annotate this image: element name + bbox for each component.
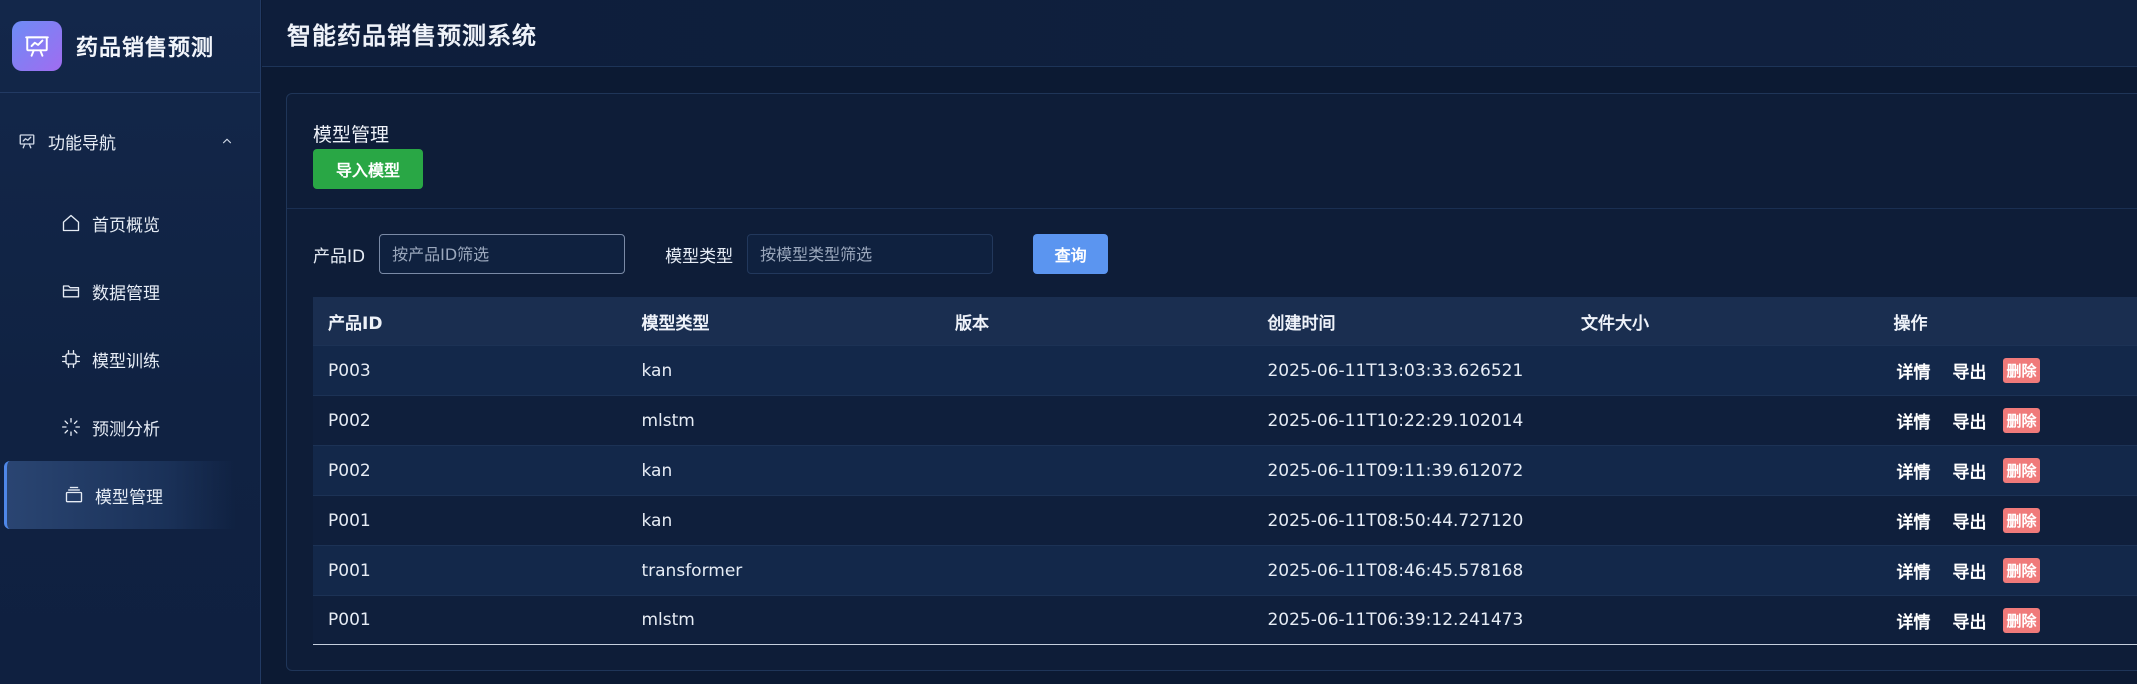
column-header: 操作 [1893,313,1928,334]
brand: 药品销售预测 [0,0,260,93]
cell-model-type: kan [641,460,673,481]
model-type-label: 模型类型 [665,246,734,267]
sidebar-item-label: 首页概览 [92,215,160,236]
delete-button[interactable]: 删除 [2003,358,2040,383]
page-title: 智能药品销售预测系统 [287,21,537,50]
sidebar-item-label: 模型管理 [95,487,163,508]
cpu-icon [60,348,82,370]
cell-product-id: P003 [328,360,371,381]
export-button[interactable]: 导出 [1952,558,1986,583]
presentation-board-icon [12,21,62,71]
cell-created-time: 2025-06-11T10:22:29.102014 [1267,410,1524,431]
models-table: 产品ID 模型类型 版本 创建时间 文件大小 操作 P003 kan 2025-06… [313,297,2137,645]
presentation-chart-icon [16,130,38,152]
sidebar-item-label: 预测分析 [92,419,160,440]
sidebar-item-forecast[interactable]: 预测分析 [0,393,260,461]
detail-button[interactable]: 详情 [1896,408,1930,433]
cell-created-time: 2025-06-11T09:11:39.612072 [1267,460,1524,481]
table-row: P002 mlstm 2025-06-11T10:22:29.102014 详情 导出删… [313,395,2137,445]
cell-created-time: 2025-06-11T06:39:12.241473 [1267,610,1524,630]
detail-button[interactable]: 详情 [1896,558,1930,583]
model-type-input[interactable] [747,234,994,274]
export-button[interactable]: 导出 [1952,358,1986,383]
detail-button[interactable]: 详情 [1896,458,1930,483]
cell-product-id: P002 [328,410,371,431]
home-icon [60,212,82,234]
sidebar-item-data[interactable]: 数据管理 [0,257,260,325]
column-header: 版本 [954,313,989,334]
sidebar-item-home[interactable]: 首页概览 [0,189,260,257]
cell-actions: 详情 导出 删除 [1878,508,2137,533]
delete-button[interactable]: 删除 [2003,458,2040,483]
query-button[interactable]: 查询 [1033,234,1109,274]
column-header: 产品ID [328,313,383,334]
table-row: P001 transformer 2025-06-11T08:46:45.57816… [313,545,2137,595]
table-body: P003 kan 2025-06-11T13:03:33.626521 详情 导出 删除 P… [313,345,2137,645]
card-header: 模型管理 导入模型 [287,94,2137,209]
sidebar: 药品销售预测 功能导航 首页概览 数据管理 模型训练 预测分析 模型管理 [0,0,261,684]
cell-product-id: P001 [328,610,371,630]
export-button[interactable]: 导出 [1952,608,1986,633]
delete-button[interactable]: 删除 [2003,508,2040,533]
model-management-card: 模型管理 导入模型 产品ID 模型类型 查询 产品ID 模型类型 版本 创建时间… [286,93,2137,671]
table-row: P001 kan 2025-06-11T08:50:44.727120 详情 导出 删除 [313,495,2137,545]
nav-group-toggle[interactable]: 功能导航 [0,93,260,189]
table-row: P002 kan 2025-06-11T09:11:39.612072 详情 导出 删除 [313,445,2137,495]
top-header: 智能药品销售预测系统 [262,0,2137,67]
delete-button[interactable]: 删除 [2003,558,2040,583]
delete-button[interactable]: 删除 [2003,607,2040,633]
nav-group-label: 功能导航 [48,133,116,154]
sidebar-item-models[interactable]: 模型管理 [4,461,236,529]
cell-model-type: mlstm [641,410,695,431]
table-row: P001 mlstm 2025-06-11T06:39:12.241473 详情 导出删… [313,595,2137,645]
cell-actions: 详情 导出 删除 [1878,458,2137,483]
cell-model-type: mlstm [641,610,695,630]
table-header: 产品ID 模型类型 版本 创建时间 文件大小 操作 [313,297,2137,345]
card-title: 模型管理 [313,124,390,146]
cell-created-time: 2025-06-11T08:50:44.727120 [1267,510,1524,531]
filter-bar: 产品ID 模型类型 查询 [313,234,1109,274]
cell-product-id: P001 [328,560,371,581]
chevron-up-icon [216,130,238,152]
detail-button[interactable]: 详情 [1896,608,1930,633]
table-row: P003 kan 2025-06-11T13:03:33.626521 详情 导出 删除 [313,345,2137,395]
column-header: 模型类型 [641,313,710,334]
import-model-button[interactable]: 导入模型 [313,149,423,189]
detail-button[interactable]: 详情 [1896,358,1930,383]
cell-product-id: P002 [328,460,371,481]
export-button[interactable]: 导出 [1952,508,1986,533]
cell-actions: 详情 导出 删除 [1878,558,2137,583]
export-button[interactable]: 导出 [1952,408,1986,433]
sidebar-item-label: 模型训练 [92,351,160,372]
product-id-label: 产品ID [313,246,366,267]
cell-model-type: transformer [641,560,743,581]
brand-title: 药品销售预测 [76,36,215,61]
cell-created-time: 2025-06-11T13:03:33.626521 [1267,360,1524,381]
cell-model-type: kan [641,510,673,531]
product-id-input[interactable] [379,234,626,274]
loading-icon [60,416,82,438]
sidebar-item-training[interactable]: 模型训练 [0,325,260,393]
app-root: 药品销售预测 功能导航 首页概览 数据管理 模型训练 预测分析 模型管理 智能药… [0,0,2137,684]
stack-icon [63,484,85,506]
sidebar-item-label: 数据管理 [92,283,160,304]
delete-button[interactable]: 删除 [2003,408,2040,433]
cell-actions: 详情 导出 删除 [1878,358,2137,383]
cell-actions: 详情 导出 删除 [1878,408,2137,433]
cell-model-type: kan [641,360,673,381]
cell-created-time: 2025-06-11T08:46:45.578168 [1267,560,1524,581]
detail-button[interactable]: 详情 [1896,508,1930,533]
column-header: 文件大小 [1580,313,1649,334]
export-button[interactable]: 导出 [1952,458,1986,483]
folder-icon [60,280,82,302]
cell-actions: 详情 导出 删除 [1878,607,2137,633]
column-header: 创建时间 [1267,313,1336,334]
cell-product-id: P001 [328,510,371,531]
